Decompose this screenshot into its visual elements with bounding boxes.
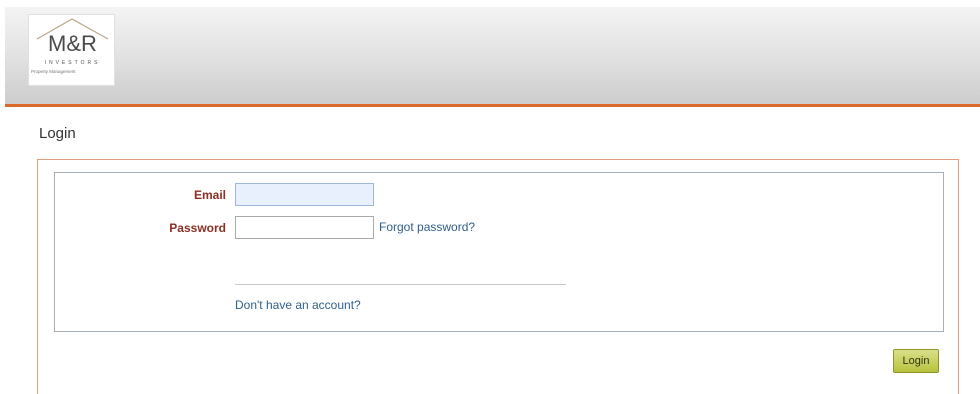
- login-button[interactable]: Login: [893, 349, 939, 373]
- login-form: Email Password Forgot password? Don't ha…: [54, 172, 944, 332]
- email-label: Email: [193, 188, 226, 202]
- logo-subtitle: INVESTORS: [44, 60, 101, 66]
- signup-link[interactable]: Don't have an account?: [235, 298, 361, 312]
- forgot-password-link[interactable]: Forgot password?: [379, 220, 475, 234]
- password-label: Password: [169, 221, 226, 235]
- login-panel: Email Password Forgot password? Don't ha…: [37, 159, 959, 394]
- password-field[interactable]: [235, 216, 374, 239]
- logo-mark: M&R: [48, 31, 97, 56]
- page-title: Login: [39, 125, 76, 142]
- app-header: M&R INVESTORS Property Management: [5, 7, 980, 107]
- form-divider: [235, 284, 566, 285]
- logo-tagline: Property Management: [31, 69, 76, 74]
- company-logo[interactable]: M&R INVESTORS Property Management: [28, 14, 115, 86]
- email-field[interactable]: [235, 183, 374, 206]
